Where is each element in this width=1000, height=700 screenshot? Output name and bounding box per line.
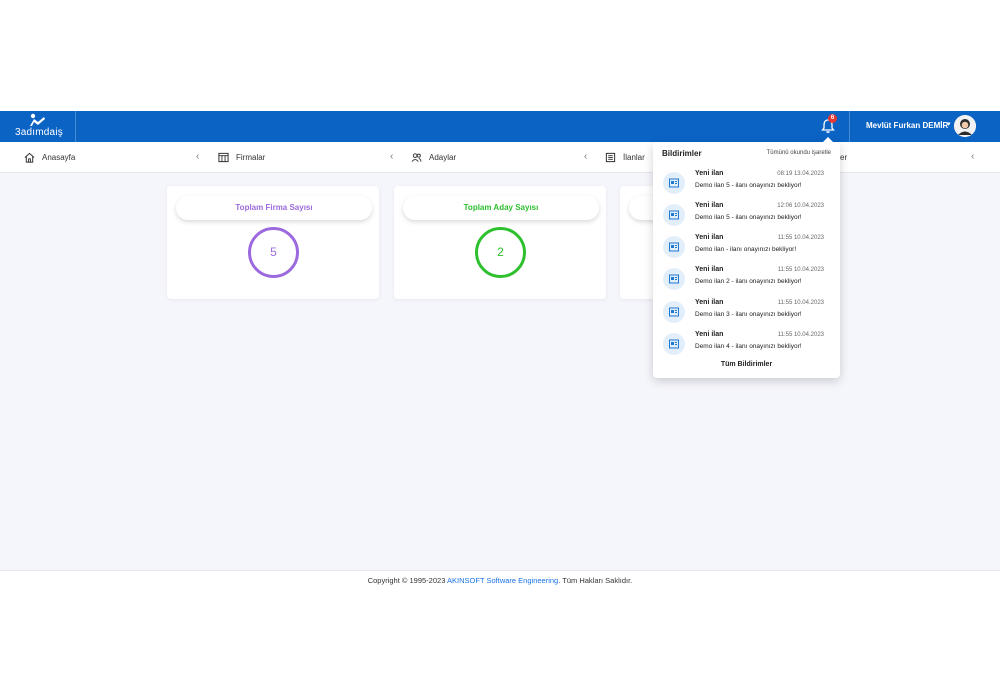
notification-message: Demo ilan 5 - ilanı onayınızı bekliyor!	[695, 214, 802, 221]
notification-time: 12:06 10.04.2023	[777, 203, 824, 209]
nav-item-ilanlar[interactable]: İlanlar	[605, 142, 645, 173]
notification-title: Yeni ilan	[695, 234, 724, 241]
footer-company-link[interactable]: AKINSOFT Software Engineering	[447, 576, 558, 585]
dropdown-caret	[822, 137, 834, 143]
user-name[interactable]: Mevlüt Furkan DEMİR	[866, 121, 948, 130]
notification-title: Yeni ilan	[695, 202, 724, 209]
logo-mark-icon	[30, 113, 45, 126]
logo[interactable]: 3adımdaiş	[0, 111, 76, 142]
card-title: Toplam Firma Sayısı	[176, 196, 372, 220]
notification-message: Demo ilan 3 - ilanı onayınızı bekliyor!	[695, 311, 802, 318]
listing-icon	[669, 178, 679, 188]
notification-title: Yeni ilan	[695, 299, 724, 306]
listing-icon	[669, 274, 679, 284]
notification-message: Demo ilan 5 - ilanı onayınızı bekliyor!	[695, 182, 802, 189]
notification-icon-wrap	[663, 236, 685, 258]
header-divider	[849, 111, 850, 142]
notification-time: 11:55 10.04.2023	[777, 300, 824, 306]
notification-count-badge: 6	[828, 114, 837, 123]
card-value: 5	[248, 227, 299, 278]
avatar[interactable]	[954, 115, 976, 137]
notification-message: Demo ilan 4 - ilanı onayınızı bekliyor!	[695, 343, 802, 350]
nav-item-label: Adaylar	[429, 153, 457, 162]
card-title: Toplam Aday Sayısı	[403, 196, 599, 220]
notification-icon-wrap	[663, 268, 685, 290]
notification-title: Yeni ilan	[695, 331, 724, 338]
nav-item-label: er	[840, 153, 848, 162]
chevron-left-icon[interactable]: ‹	[196, 151, 199, 162]
mark-all-read-link[interactable]: Tümünü okundu işaretle	[767, 150, 831, 156]
home-icon	[24, 152, 35, 163]
chevron-left-icon[interactable]: ‹	[971, 151, 974, 162]
chevron-left-icon[interactable]: ‹	[390, 151, 393, 162]
logo-text: 3adımdaiş	[15, 127, 63, 138]
notification-time: 08:19 13.04.2023	[777, 171, 824, 177]
notification-icon-wrap	[663, 204, 685, 226]
stat-card-aday: Toplam Aday Sayısı 2	[394, 186, 606, 299]
notification-time: 11:55 10.04.2023	[777, 267, 824, 273]
nav-item-label: Firmalar	[236, 153, 266, 162]
notification-icon-wrap	[663, 172, 685, 194]
notification-item[interactable]: Yeni ilan 11:55 10.04.2023 Demo ilan - i…	[663, 233, 833, 261]
notification-item[interactable]: Yeni ilan 11:55 10.04.2023 Demo ilan 4 -…	[663, 330, 833, 358]
chevron-down-icon[interactable]: ▾	[947, 120, 951, 128]
notifications-dropdown: Bildirimler Tümünü okundu işaretle Yeni …	[653, 142, 840, 378]
footer: Copyright © 1995-2023 AKINSOFT Software …	[0, 570, 1000, 590]
nav-item-truncated[interactable]: er	[840, 142, 847, 173]
notification-icon-wrap	[663, 301, 685, 323]
notification-item[interactable]: Yeni ilan 11:55 10.04.2023 Demo ilan 2 -…	[663, 265, 833, 293]
card-value: 2	[475, 227, 526, 278]
app-background	[0, 111, 1000, 570]
notification-title: Yeni ilan	[695, 266, 724, 273]
user-avatar-icon	[954, 115, 976, 137]
chevron-left-icon[interactable]: ‹	[584, 151, 587, 162]
notification-item[interactable]: Yeni ilan 12:06 10.04.2023 Demo ilan 5 -…	[663, 201, 833, 229]
nav-item-adaylar[interactable]: Adaylar	[411, 142, 456, 173]
view-all-notifications-link[interactable]: Tüm Bildirimler	[653, 361, 840, 368]
footer-rights: . Tüm Hakları Saklıdır.	[558, 576, 633, 585]
nav-item-label: İlanlar	[623, 153, 645, 162]
list-icon	[605, 152, 616, 163]
notification-title: Yeni ilan	[695, 170, 724, 177]
notification-icon-wrap	[663, 333, 685, 355]
listing-icon	[669, 307, 679, 317]
notification-time: 11:55 10.04.2023	[777, 332, 824, 338]
nav-bar: Anasayfa ‹ Firmalar ‹ Adaylar ‹ İlanlar	[0, 142, 1000, 173]
footer-copyright: Copyright © 1995-2023	[367, 576, 448, 585]
listing-icon	[669, 339, 679, 349]
nav-item-firmalar[interactable]: Firmalar	[218, 142, 265, 173]
notification-message: Demo ilan 2 - ilanı onayınızı bekliyor!	[695, 278, 802, 285]
notifications-title: Bildirimler	[662, 149, 702, 158]
table-icon	[218, 152, 229, 163]
notification-time: 11:55 10.04.2023	[777, 235, 824, 241]
top-bar: 3adımdaiş 6 Mevlüt Furkan DEMİR ▾	[0, 111, 1000, 142]
stat-card-firma: Toplam Firma Sayısı 5	[167, 186, 379, 299]
notification-item[interactable]: Yeni ilan 08:19 13.04.2023 Demo ilan 5 -…	[663, 169, 833, 197]
users-icon	[411, 153, 422, 162]
nav-item-label: Anasayfa	[42, 153, 76, 162]
listing-icon	[669, 210, 679, 220]
nav-item-anasayfa[interactable]: Anasayfa	[24, 142, 75, 173]
notification-item[interactable]: Yeni ilan 11:55 10.04.2023 Demo ilan 3 -…	[663, 298, 833, 326]
notification-message: Demo ilan - ilanı onayınızı bekliyor!	[695, 246, 797, 253]
listing-icon	[669, 242, 679, 252]
